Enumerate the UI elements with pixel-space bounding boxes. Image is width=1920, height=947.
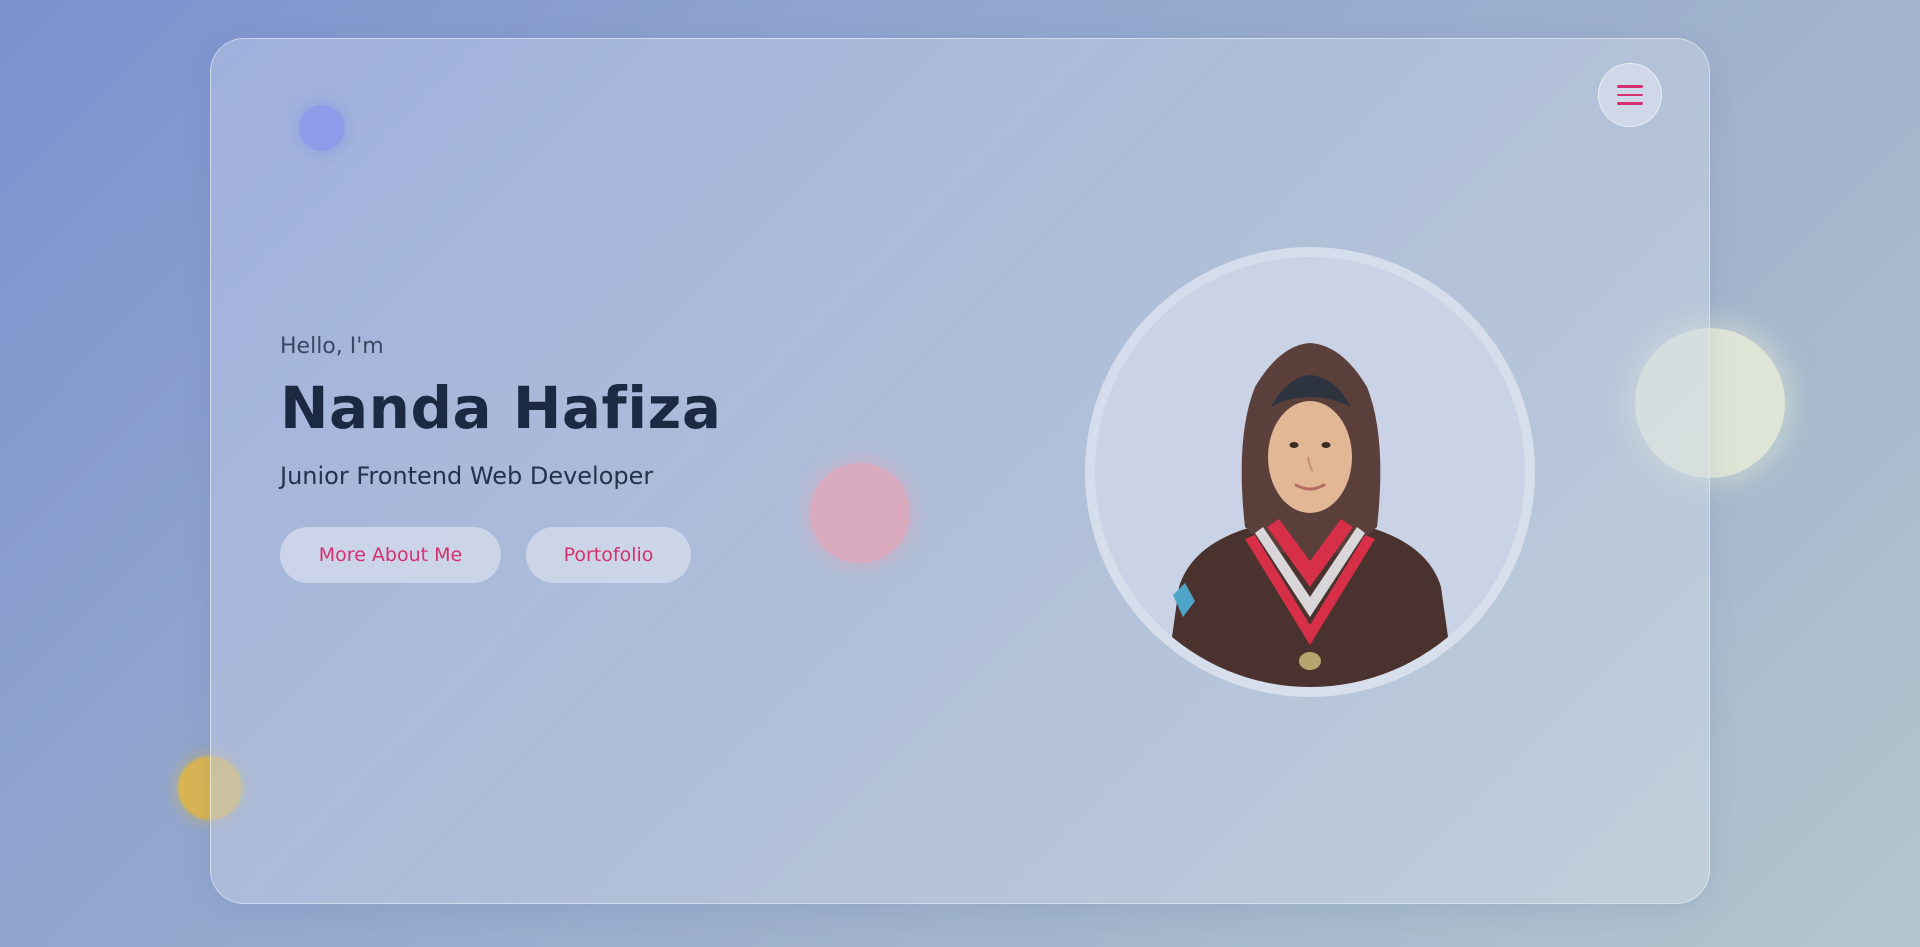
hero-role: Junior Frontend Web Developer [280,462,654,490]
hamburger-menu-icon [1617,85,1643,105]
glass-card: Hello, I'm Nanda Hafiza Junior Frontend … [210,38,1710,904]
hero-name: Nanda Hafiza [280,374,722,442]
person-portrait-icon [1095,257,1525,687]
profile-photo-frame [1085,247,1535,697]
decorative-pink-blob [810,463,910,563]
menu-button[interactable] [1598,63,1662,127]
more-about-me-button[interactable]: More About Me [280,527,501,583]
portfolio-button[interactable]: Portofolio [526,527,691,583]
decorative-violet-blob [299,105,345,151]
profile-photo [1095,257,1525,687]
greeting-text: Hello, I'm [280,334,384,359]
